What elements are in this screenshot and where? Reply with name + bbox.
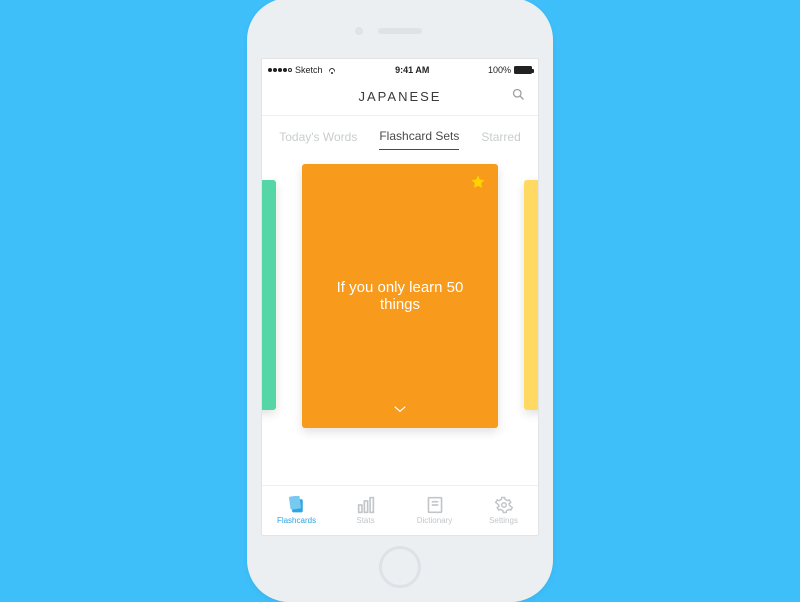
tab-bar: Flashcards Stats Dictionary: [262, 485, 538, 535]
battery-icon: [514, 66, 532, 74]
phone-frame: Sketch 9:41 AM 100% JAPANESE Today's Wor…: [247, 0, 553, 602]
screen: Sketch 9:41 AM 100% JAPANESE Today's Wor…: [261, 58, 539, 536]
dictionary-icon: [425, 496, 445, 514]
card-prev[interactable]: [261, 180, 276, 410]
flashcards-icon: [287, 496, 307, 514]
stats-icon: [356, 496, 376, 514]
tabbar-stats-label: Stats: [356, 516, 374, 525]
search-icon[interactable]: [511, 87, 526, 107]
segment-tabs: Today's Words Flashcard Sets Starred: [262, 116, 538, 150]
card-next[interactable]: [524, 180, 539, 410]
home-button[interactable]: [379, 546, 421, 588]
page-title: JAPANESE: [359, 89, 442, 104]
chevron-down-icon[interactable]: [393, 401, 407, 418]
battery-label: 100%: [488, 65, 511, 75]
tab-todays-words[interactable]: Today's Words: [279, 130, 357, 150]
nav-bar: JAPANESE: [262, 78, 538, 116]
signal-dots-icon: [268, 68, 292, 72]
tab-flashcard-sets[interactable]: Flashcard Sets: [379, 129, 459, 150]
tabbar-settings[interactable]: Settings: [469, 486, 538, 535]
phone-camera: [355, 27, 363, 35]
carrier-label: Sketch: [295, 65, 323, 75]
card-current[interactable]: If you only learn 50 things: [302, 164, 498, 428]
card-carousel[interactable]: If you only learn 50 things: [262, 150, 538, 485]
tabbar-settings-label: Settings: [489, 516, 518, 525]
wifi-icon: [326, 66, 337, 74]
tabbar-flashcards[interactable]: Flashcards: [262, 486, 331, 535]
gear-icon: [494, 496, 514, 514]
card-title: If you only learn 50 things: [322, 279, 478, 313]
tabbar-flashcards-label: Flashcards: [277, 516, 316, 525]
star-icon[interactable]: [470, 174, 486, 194]
phone-speaker: [378, 28, 422, 34]
status-time: 9:41 AM: [395, 65, 429, 75]
tabbar-stats[interactable]: Stats: [331, 486, 400, 535]
tabbar-dictionary[interactable]: Dictionary: [400, 486, 469, 535]
status-bar: Sketch 9:41 AM 100%: [262, 62, 538, 78]
tab-starred[interactable]: Starred: [481, 130, 520, 150]
tabbar-dictionary-label: Dictionary: [417, 516, 453, 525]
